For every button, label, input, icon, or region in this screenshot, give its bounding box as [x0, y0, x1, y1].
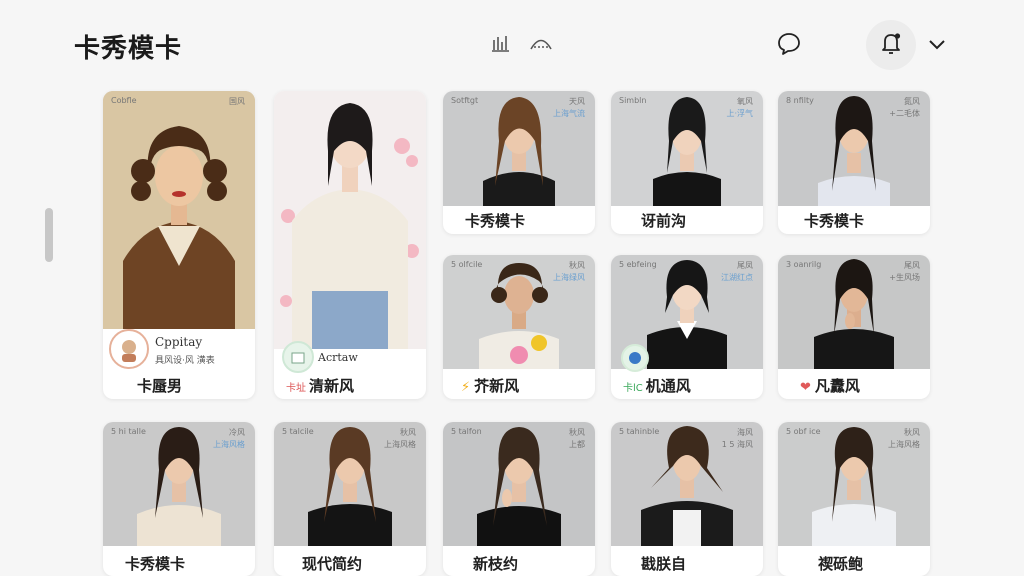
card-label: 禊砾鲍: [818, 555, 864, 573]
card-tag-sub: 江湖红点: [721, 273, 753, 282]
app-title: 卡秀模卡: [74, 34, 183, 64]
card-tag-sub: +二毛体: [889, 109, 920, 118]
chevron-down-icon[interactable]: [922, 28, 952, 60]
model-photo: [274, 91, 426, 349]
model-card[interactable]: Cobfle 国风 Cppitay 具风设·风 潢表 卡蜃男: [103, 91, 255, 399]
card-tag-right: 海风: [737, 428, 753, 437]
card-tag: 5 obf ice: [786, 427, 821, 436]
card-tag: 8 nfilty: [786, 96, 814, 105]
card-tag-right: 尾凤: [737, 261, 753, 270]
chat-bubble-icon[interactable]: [774, 28, 804, 60]
model-card[interactable]: 5 hi talle 冷风 上海风格 卡秀模卡: [103, 422, 255, 576]
brand-name: Acrtaw: [318, 351, 358, 364]
card-tag-sub: 上海风格: [384, 440, 416, 449]
card-tag: 5 hi talle: [111, 427, 146, 436]
model-card[interactable]: Acrtaw 卡址 清新风: [274, 91, 426, 399]
model-card[interactable]: 5 ebfeing 尾凤 江湖红点 卡lC 机通风: [611, 255, 763, 399]
model-photo: 3 oanrilg 尾风 +生风场: [778, 255, 930, 369]
card-tag-sub: 1 5 海风: [721, 440, 753, 449]
card-tag-sub: 上海气流: [553, 109, 585, 118]
card-tag-right: 冷风: [229, 428, 245, 437]
card-label: ⚡ 芥新风: [461, 375, 595, 396]
card-tag: 5 talcile: [282, 427, 314, 436]
model-card[interactable]: 5 talcile 秋风 上海风格 现代简约: [274, 422, 426, 576]
brand-name: Cppitay: [155, 335, 203, 349]
card-tag-sub: 上海风格: [213, 440, 245, 449]
model-photo: Simbln 氧风 上·浮气: [611, 91, 763, 206]
card-tag: Cobfle: [111, 96, 137, 105]
card-label-prefix: 卡lC: [623, 383, 643, 394]
brand-avatar: [109, 329, 149, 369]
card-label: 戡朕自: [641, 555, 687, 573]
card-tag-sub: 上都: [569, 440, 585, 449]
card-tag: Simbln: [619, 96, 647, 105]
card-label: 新枝约: [473, 555, 519, 573]
model-card[interactable]: 5 obf ice 秋风 上海风格 禊砾鲍: [778, 422, 930, 576]
hanger-icon[interactable]: [526, 28, 556, 60]
heart-icon: ❤: [800, 380, 811, 395]
brand-avatar: [282, 341, 314, 373]
scroll-handle[interactable]: [45, 208, 53, 262]
card-label: 卡秀模卡: [125, 555, 186, 573]
card-tag-right: 氧风: [737, 97, 753, 106]
card-tag-right: 秋风: [904, 428, 920, 437]
card-tag-sub: 上海绿风: [553, 273, 585, 282]
card-tag: 3 oanrilg: [786, 260, 822, 269]
card-label-text: 清新风: [309, 377, 355, 395]
card-tag-right: 秋风: [569, 261, 585, 270]
card-tag-sub: +生风场: [889, 273, 920, 282]
card-tag: 5 talfon: [451, 427, 482, 436]
card-tag-sub: 上·浮气: [726, 109, 753, 118]
card-label: 卡蜃男: [137, 377, 183, 395]
card-label-text: 凡纛风: [814, 377, 860, 395]
model-card[interactable]: 5 talfon 秋风 上都 新枝约: [443, 422, 595, 576]
model-card[interactable]: 5 tahinble 海风 1 5 海风 戡朕自: [611, 422, 763, 576]
card-tag: 5 olfcile: [451, 260, 483, 269]
model-card[interactable]: Sotftgt 天风 上海气流 卡秀模卡: [443, 91, 595, 234]
card-tag-sub: 上海风格: [888, 440, 920, 449]
notification-button[interactable]: [866, 20, 916, 70]
model-card[interactable]: 8 nfilty 氮风 +二毛体 卡秀模卡: [778, 91, 930, 234]
model-card[interactable]: 5 olfcile 秋风 上海绿风 ⚡ 芥新风: [443, 255, 595, 399]
model-photo: 5 tahinble 海风 1 5 海风: [611, 422, 763, 546]
model-photo: Sotftgt 天风 上海气流: [443, 91, 595, 206]
bar-chart-icon[interactable]: [487, 28, 517, 60]
card-label: 现代简约: [302, 555, 363, 573]
card-label: 卡址 清新风: [286, 375, 426, 396]
top-bar: 卡秀模卡: [0, 0, 1024, 88]
model-photo: 5 talfon 秋风 上都: [443, 422, 595, 546]
model-photo: 5 talcile 秋风 上海风格: [274, 422, 426, 546]
model-card[interactable]: Simbln 氧风 上·浮气 讶前沟: [611, 91, 763, 234]
model-photo: 5 obf ice 秋风 上海风格: [778, 422, 930, 546]
card-label: ❤ 凡纛风: [800, 375, 930, 396]
card-label-prefix: 卡址: [286, 383, 306, 394]
bell-icon: [878, 30, 904, 60]
model-photo: 8 nfilty 氮风 +二毛体: [778, 91, 930, 206]
card-tag: Sotftgt: [451, 96, 479, 105]
card-label: 讶前沟: [641, 212, 687, 230]
card-label: 卡秀模卡: [465, 212, 526, 230]
card-tag-right: 国风: [229, 97, 245, 106]
card-label: 卡lC 机通风: [623, 375, 763, 396]
brand-subtitle: 具风设·风 潢表: [155, 356, 215, 366]
model-photo: 5 olfcile 秋风 上海绿风: [443, 255, 595, 369]
card-tag: 5 ebfeing: [619, 260, 657, 269]
card-label-text: 芥新风: [474, 377, 520, 395]
card-label: 卡秀模卡: [804, 212, 865, 230]
card-label-text: 机通风: [645, 377, 691, 395]
lightning-icon: ⚡: [461, 380, 471, 395]
card-tag-right: 尾风: [904, 261, 920, 270]
card-tag: 5 tahinble: [619, 427, 660, 436]
model-card[interactable]: 3 oanrilg 尾风 +生风场 ❤ 凡纛风: [778, 255, 930, 399]
model-photo: 5 hi talle 冷风 上海风格: [103, 422, 255, 546]
card-tag-right: 秋风: [400, 428, 416, 437]
model-photo: Cobfle 国风: [103, 91, 255, 329]
brand-avatar: [621, 344, 649, 372]
card-tag-right: 氮风: [904, 97, 920, 106]
card-tag-right: 秋风: [569, 428, 585, 437]
card-tag-right: 天风: [569, 97, 585, 106]
